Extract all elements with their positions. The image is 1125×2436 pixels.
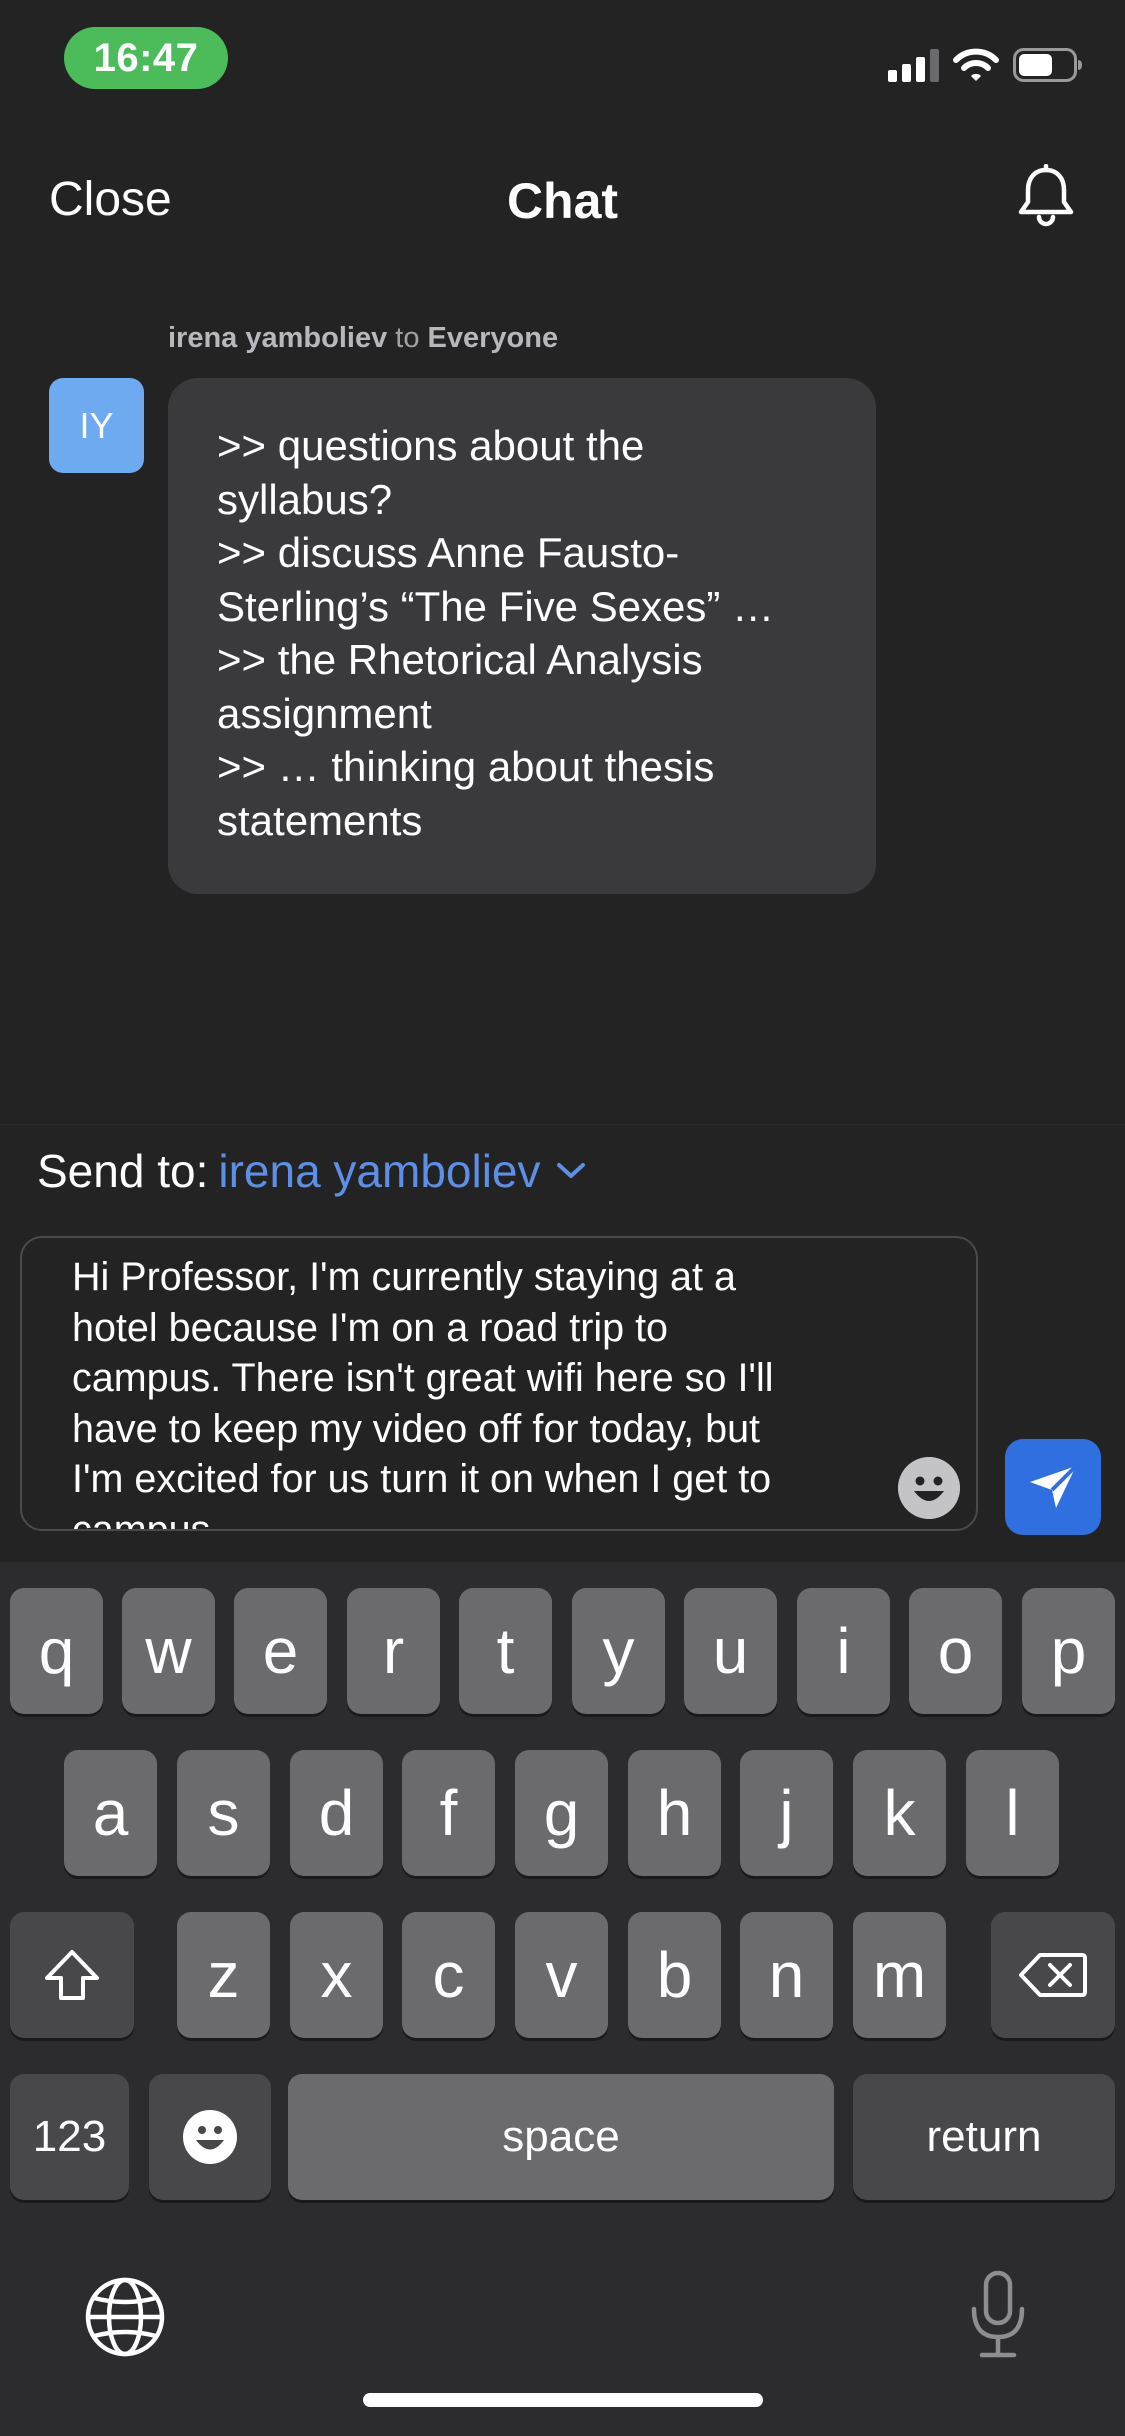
message-line: statements — [217, 796, 423, 844]
space-key[interactable]: space — [288, 2074, 834, 2200]
message-line: Sterling’s “The Five Sexes” … — [217, 582, 775, 630]
chevron-down-icon[interactable] — [555, 1161, 587, 1181]
emoji-icon[interactable] — [898, 1457, 960, 1519]
key-i[interactable]: i — [797, 1588, 890, 1714]
key-s[interactable]: s — [177, 1750, 270, 1876]
numbers-key-label: 123 — [32, 2112, 107, 2161]
globe-icon[interactable] — [84, 2276, 166, 2358]
message-line: syllabus? — [217, 475, 393, 523]
message-line: assignment — [217, 689, 432, 737]
nav-bar: Close Chat — [0, 160, 1125, 240]
key-w[interactable]: w — [122, 1588, 215, 1714]
message-line: >> the Rhetorical Analysis — [217, 636, 703, 683]
shift-key[interactable] — [10, 1912, 134, 2038]
key-f[interactable]: f — [402, 1750, 495, 1876]
battery-icon — [1013, 48, 1082, 82]
emoji-key[interactable] — [149, 2074, 271, 2200]
status-time: 16:47 — [64, 27, 228, 89]
send-to-label: Send to: — [37, 1145, 209, 1197]
shift-icon — [45, 1950, 99, 2000]
send-icon — [1030, 1464, 1078, 1508]
key-q[interactable]: q — [10, 1588, 103, 1714]
key-r[interactable]: r — [347, 1588, 440, 1714]
space-key-label: space — [502, 2112, 620, 2161]
key-j[interactable]: j — [740, 1750, 833, 1876]
bell-icon[interactable] — [1015, 164, 1077, 230]
backspace-icon — [1019, 1953, 1087, 1997]
emoji-icon — [183, 2110, 237, 2164]
return-key[interactable]: return — [853, 2074, 1115, 2200]
microphone-icon[interactable] — [966, 2269, 1030, 2361]
key-u[interactable]: u — [684, 1588, 777, 1714]
message-input[interactable]: Hi Professor, I'm currently staying at a… — [20, 1236, 978, 1531]
send-to-recipient-dropdown[interactable]: irena yamboliev — [218, 1144, 540, 1198]
message-to-word: to — [395, 322, 420, 354]
wifi-icon — [953, 48, 999, 81]
cellular-signal-icon — [888, 48, 939, 82]
home-indicator[interactable] — [363, 2393, 763, 2407]
message-input-text[interactable]: Hi Professor, I'm currently staying at a… — [72, 1252, 872, 1529]
status-icons — [888, 48, 1083, 82]
numbers-key[interactable]: 123 — [10, 2074, 129, 2200]
key-y[interactable]: y — [572, 1588, 665, 1714]
message-sender: irena yamboliev — [168, 322, 388, 354]
message-line: >> … thinking about thesis — [217, 743, 715, 790]
key-t[interactable]: t — [459, 1588, 552, 1714]
key-c[interactable]: c — [402, 1912, 495, 2038]
key-o[interactable]: o — [909, 1588, 1002, 1714]
key-z[interactable]: z — [177, 1912, 270, 2038]
key-v[interactable]: v — [515, 1912, 608, 2038]
message-bubble: >> questions about the syllabus? >> disc… — [168, 378, 876, 894]
avatar: IY — [49, 378, 144, 473]
key-a[interactable]: a — [64, 1750, 157, 1876]
key-e[interactable]: e — [234, 1588, 327, 1714]
key-g[interactable]: g — [515, 1750, 608, 1876]
key-m[interactable]: m — [853, 1912, 946, 2038]
message-recipient: Everyone — [427, 322, 559, 354]
return-key-label: return — [926, 2112, 1042, 2161]
send-button[interactable] — [1005, 1439, 1101, 1535]
key-b[interactable]: b — [628, 1912, 721, 2038]
key-h[interactable]: h — [628, 1750, 721, 1876]
key-d[interactable]: d — [290, 1750, 383, 1876]
keyboard: q w e r t y u i o p a s d f g h j k l z … — [0, 1562, 1125, 2436]
key-k[interactable]: k — [853, 1750, 946, 1876]
key-l[interactable]: l — [966, 1750, 1059, 1876]
key-x[interactable]: x — [290, 1912, 383, 2038]
message-line: >> discuss Anne Fausto- — [217, 529, 680, 576]
message-line: >> questions about the — [217, 422, 645, 469]
key-p[interactable]: p — [1022, 1588, 1115, 1714]
compose-divider — [0, 1124, 1125, 1125]
send-to-row: Send to: irena yamboliev — [37, 1144, 587, 1198]
key-n[interactable]: n — [740, 1912, 833, 2038]
message-header: irena yamboliev to Everyone — [168, 322, 558, 355]
backspace-key[interactable] — [991, 1912, 1115, 2038]
page-title: Chat — [506, 173, 619, 229]
